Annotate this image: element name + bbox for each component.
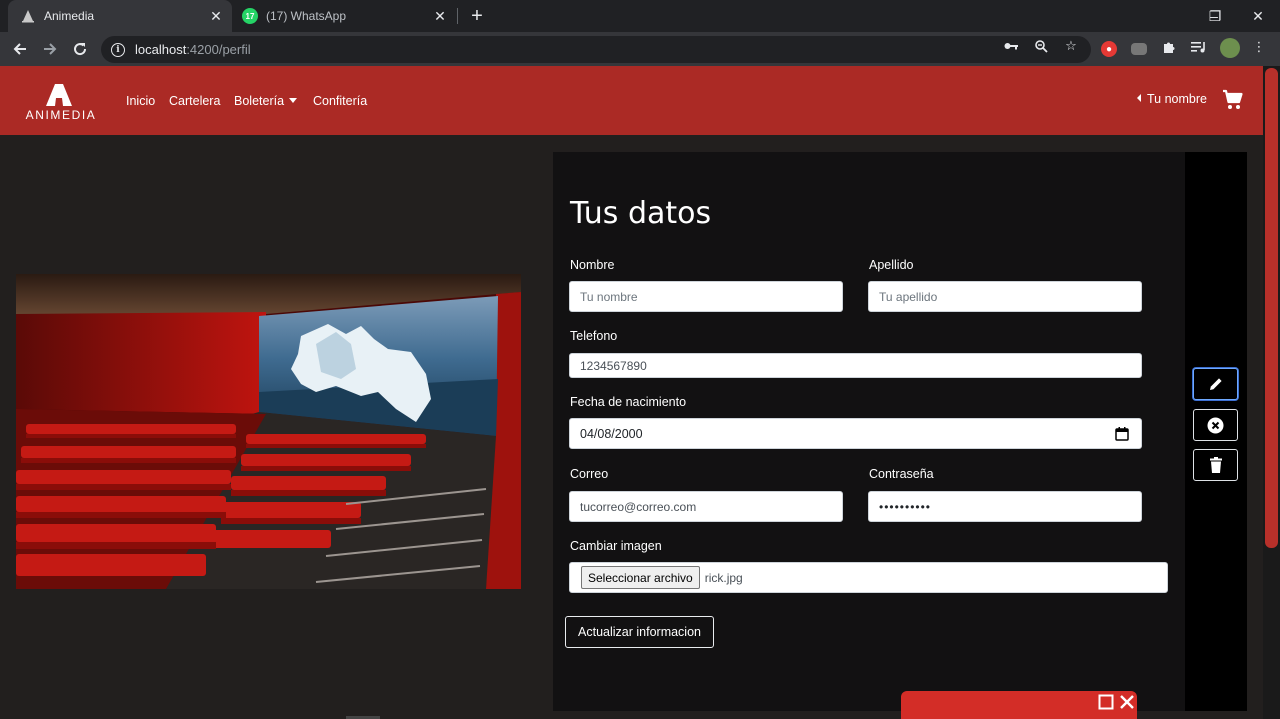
user-menu[interactable]: Tu nombre <box>1137 92 1207 106</box>
tab-animedia[interactable]: Animedia ✕ <box>8 0 232 32</box>
menu-dots-icon[interactable]: ⋮ <box>1251 39 1267 55</box>
apellido-field[interactable]: Tu apellido <box>868 281 1142 312</box>
nav-inicio[interactable]: Inicio <box>126 94 155 108</box>
forward-icon[interactable] <box>38 37 62 61</box>
select-file-button[interactable]: Seleccionar archivo <box>581 566 700 589</box>
imagen-file-input[interactable]: Seleccionar archivo rick.jpg <box>569 562 1168 593</box>
shopping-cart-icon[interactable] <box>1222 89 1244 111</box>
telefono-field[interactable]: 1234567890 <box>569 353 1142 378</box>
profile-avatar[interactable] <box>1220 38 1240 58</box>
tab-title: (17) WhatsApp <box>266 9 347 23</box>
back-icon[interactable] <box>8 37 32 61</box>
zoom-icon[interactable] <box>1033 38 1049 54</box>
nav-confiteria[interactable]: Confitería <box>313 94 367 108</box>
logo-mark-icon <box>46 84 72 106</box>
delete-button[interactable] <box>1193 449 1238 481</box>
chat-widget-bar[interactable] <box>901 691 1137 719</box>
contrasena-field[interactable]: •••••••••• <box>868 491 1142 522</box>
site-info-icon[interactable]: i <box>111 42 125 57</box>
url-path: :4200/perfil <box>186 42 251 57</box>
nav-boleteria[interactable]: Boletería <box>234 94 298 108</box>
new-tab-button[interactable]: + <box>466 4 488 28</box>
browser-toolbar: i localhost:4200/perfil ☆ ● ⋮ <box>0 32 1280 66</box>
scrollbar-thumb[interactable] <box>1265 68 1278 548</box>
correo-field[interactable]: tucorreo@correo.com <box>569 491 843 522</box>
caret-left-icon <box>1137 94 1141 102</box>
nav-cartelera[interactable]: Cartelera <box>169 94 220 108</box>
animedia-logo[interactable]: ANIMEDIA <box>20 84 102 124</box>
imagen-label: Cambiar imagen <box>570 539 662 553</box>
pencil-icon <box>1209 378 1222 390</box>
fecha-nacimiento-field[interactable]: 04/08/2000 <box>569 418 1142 449</box>
close-chat-icon[interactable] <box>1119 694 1135 710</box>
tab-whatsapp[interactable]: 17 (17) WhatsApp ✕ <box>236 0 456 32</box>
correo-label: Correo <box>570 467 609 481</box>
fecha-label: Fecha de nacimiento <box>570 395 687 409</box>
reload-icon[interactable] <box>68 37 92 61</box>
close-window-button[interactable]: ✕ <box>1237 0 1279 32</box>
key-icon[interactable] <box>1003 38 1019 54</box>
page-title: Tus datos <box>570 196 712 231</box>
extensions-puzzle-icon[interactable] <box>1161 39 1177 55</box>
trash-icon <box>1209 457 1222 473</box>
extension-gamepad-icon[interactable] <box>1131 43 1147 55</box>
edit-button[interactable] <box>1193 368 1238 400</box>
close-circle-icon <box>1207 417 1224 433</box>
fecha-value: 04/08/2000 <box>580 426 643 441</box>
address-bar[interactable]: i localhost:4200/perfil <box>101 36 1091 63</box>
maximize-button[interactable]: ❐ <box>1194 0 1236 32</box>
logo-text: ANIMEDIA <box>25 108 97 122</box>
app-navbar: ANIMEDIA Inicio Cartelera Boletería Conf… <box>0 66 1263 135</box>
nombre-label: Nombre <box>570 258 615 272</box>
update-info-button[interactable]: Actualizar informacion <box>565 616 714 648</box>
close-tab-icon[interactable]: ✕ <box>432 8 448 24</box>
close-tab-icon[interactable]: ✕ <box>208 8 224 24</box>
caret-down-icon <box>289 98 298 103</box>
apellido-label: Apellido <box>869 258 914 272</box>
nombre-field[interactable]: Tu nombre <box>569 281 843 312</box>
browser-tab-strip: Animedia ✕ 17 (17) WhatsApp ✕ + – ❐ ✕ <box>0 0 1280 32</box>
user-name: Tu nombre <box>1147 92 1207 106</box>
cinema-hall-image <box>16 274 521 589</box>
tab-title: Animedia <box>44 9 95 23</box>
contrasena-label: Contraseña <box>869 467 934 481</box>
calendar-icon[interactable] <box>1115 427 1129 441</box>
tab-separator <box>457 8 458 24</box>
maximize-chat-icon[interactable] <box>1098 694 1114 710</box>
bookmark-star-icon[interactable]: ☆ <box>1063 38 1079 54</box>
animedia-favicon-icon <box>20 8 36 24</box>
whatsapp-favicon-icon: 17 <box>242 8 258 24</box>
file-name: rick.jpg <box>704 570 743 585</box>
cancel-button[interactable] <box>1193 409 1238 441</box>
nav-boleteria-label: Boletería <box>234 94 285 108</box>
url-host: localhost <box>135 42 187 57</box>
password-value: •••••••••• <box>879 499 932 514</box>
extension-record-icon[interactable]: ● <box>1101 41 1117 57</box>
telefono-label: Telefono <box>570 329 618 343</box>
media-queue-icon[interactable] <box>1191 39 1207 55</box>
